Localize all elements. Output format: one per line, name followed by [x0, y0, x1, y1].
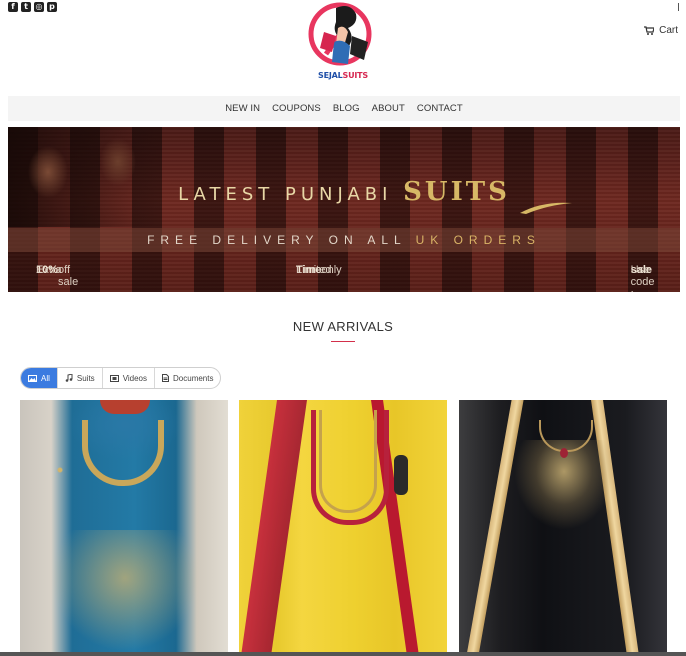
divider — [678, 3, 679, 11]
tab-videos[interactable]: Videos — [101, 368, 154, 388]
facebook-icon[interactable]: f — [8, 2, 18, 12]
banner-title: LATEST PUNJABI SUITS — [178, 177, 510, 207]
product-card-yellow-suit[interactable] — [239, 400, 447, 656]
horizontal-scrollbar[interactable] — [0, 652, 686, 656]
product-card-blue-suit[interactable] — [20, 400, 228, 656]
tab-all[interactable]: All — [21, 368, 57, 388]
image-icon — [28, 374, 37, 382]
logo-graphic — [308, 2, 372, 66]
offer-extra: Extra 10% off sale — [36, 264, 79, 288]
cart-label: Cart — [659, 25, 678, 36]
tab-documents[interactable]: Documents — [154, 368, 220, 388]
cart-link[interactable]: Cart — [644, 25, 678, 36]
offer-limited: Limited Time only — [296, 264, 342, 276]
instagram-icon[interactable]: ◎ — [34, 2, 44, 12]
product-card-black-suit[interactable] — [459, 400, 667, 656]
product-image-detail — [82, 420, 164, 486]
offer-code: Use code : sale — [630, 264, 655, 292]
banner-offers: Extra 10% off sale Limited Time only Use… — [8, 264, 680, 292]
nav-item-contact[interactable]: CONTACT — [417, 103, 463, 114]
music-icon — [65, 374, 73, 382]
document-icon — [162, 374, 170, 382]
product-image-detail — [394, 455, 408, 495]
product-image-detail — [560, 448, 568, 458]
nav-item-new-in[interactable]: NEW IN — [225, 103, 260, 114]
pinterest-icon[interactable]: p — [47, 2, 57, 12]
main-nav: NEW IN COUPONS BLOG ABOUT CONTACT — [8, 96, 680, 121]
logo-text: SEJALSUITS — [318, 71, 368, 80]
cart-icon — [644, 26, 655, 35]
section-title: NEW ARRIVALS — [292, 319, 394, 334]
product-image-detail — [50, 530, 200, 650]
social-links: f t ◎ p — [8, 2, 57, 12]
nav-item-coupons[interactable]: COUPONS — [272, 103, 321, 114]
product-image-detail — [100, 400, 150, 414]
site-logo[interactable]: SEJALSUITS — [306, 2, 380, 80]
nav-item-blog[interactable]: BLOG — [333, 103, 360, 114]
product-image-detail — [241, 400, 307, 656]
film-icon — [109, 374, 119, 382]
nav-item-about[interactable]: ABOUT — [372, 103, 405, 114]
twitter-icon[interactable]: t — [21, 2, 31, 12]
section-underline — [331, 341, 355, 342]
filter-tabs: All Suits Videos Documents — [20, 367, 222, 389]
banner-delivery-strip: FREE DELIVERY ON ALL UK ORDERS — [8, 228, 680, 252]
swoosh-decoration — [520, 202, 572, 214]
tab-suits[interactable]: Suits — [56, 368, 102, 388]
hero-banner[interactable]: LATEST PUNJABI SUITS FREE DELIVERY ON AL… — [8, 127, 680, 292]
product-image-detail — [319, 410, 377, 513]
